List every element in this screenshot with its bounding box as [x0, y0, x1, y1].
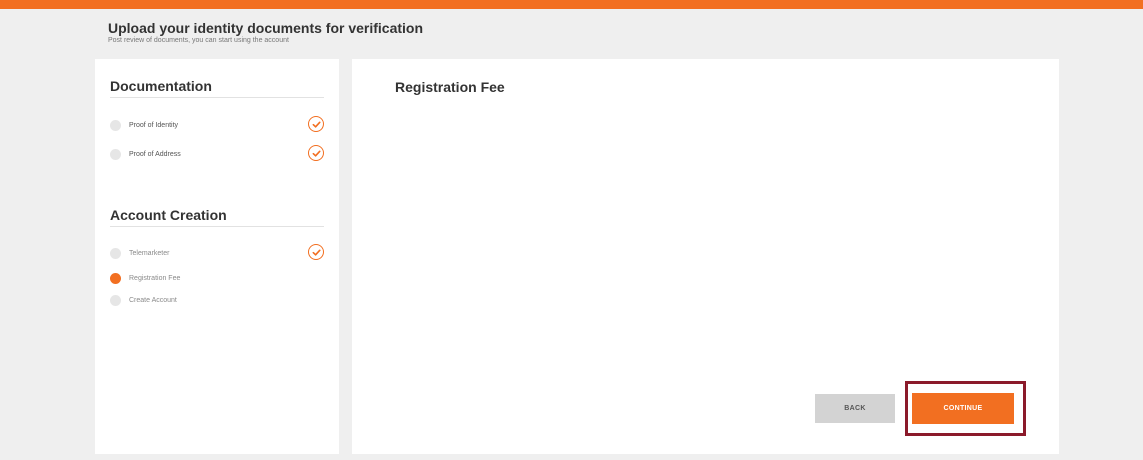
main-panel: Registration Fee BACK CONTINUE — [352, 59, 1059, 454]
page-title: Upload your identity documents for verif… — [108, 20, 424, 36]
check-circle-icon — [308, 145, 324, 161]
check-circle-icon — [308, 244, 324, 260]
step-label: Registration Fee — [129, 274, 181, 282]
section-title-documentation: Documentation — [110, 78, 324, 98]
steps-sidebar: Documentation Proof of Identity Proof of… — [95, 59, 339, 454]
section-title-account-creation: Account Creation — [110, 207, 324, 227]
check-circle-icon — [308, 116, 324, 132]
step-dot-active-icon — [110, 272, 121, 284]
continue-button[interactable]: CONTINUE — [912, 393, 1014, 424]
step-registration-fee[interactable]: Registration Fee — [110, 270, 324, 286]
step-label: Proof of Address — [129, 150, 181, 158]
step-label: Proof of Identity — [129, 121, 179, 129]
step-dot-icon — [110, 148, 121, 160]
step-label: Telemarketer — [129, 249, 170, 257]
top-accent-bar — [0, 0, 1143, 9]
step-dot-icon — [110, 294, 121, 306]
step-proof-of-address[interactable]: Proof of Address — [110, 145, 324, 162]
step-create-account[interactable]: Create Account — [110, 292, 324, 308]
step-label: Create Account — [129, 296, 177, 304]
page-subtitle: Post review of documents, you can start … — [108, 37, 289, 44]
page-header: Upload your identity documents for verif… — [108, 20, 423, 44]
step-telemarketer[interactable]: Telemarketer — [110, 244, 324, 261]
step-dot-icon — [110, 247, 121, 259]
step-dot-icon — [110, 119, 121, 131]
back-button[interactable]: BACK — [815, 394, 895, 423]
main-title: Registration Fee — [395, 79, 505, 95]
step-proof-of-identity[interactable]: Proof of Identity — [110, 116, 324, 133]
